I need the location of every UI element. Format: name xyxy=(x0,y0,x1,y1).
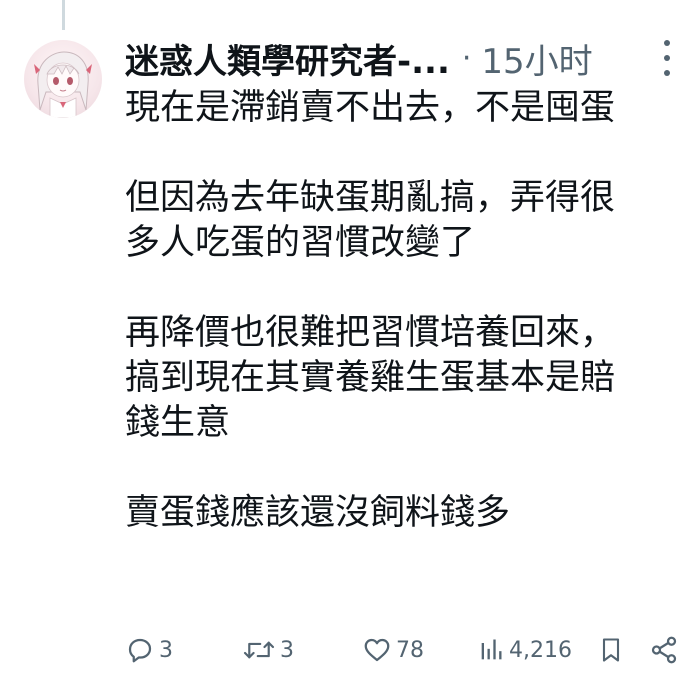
author-display-name[interactable]: 迷惑人類學研究者-... xyxy=(125,34,450,83)
views-count: 4,216 xyxy=(509,637,572,663)
retweet-button[interactable]: 3 xyxy=(242,635,294,665)
share-icon xyxy=(651,636,677,664)
like-count: 78 xyxy=(396,637,424,663)
more-dot xyxy=(664,40,670,46)
post-timestamp[interactable]: 15小时 xyxy=(481,34,592,83)
post-line: 現在是滯銷賣不出去，不是囤蛋 xyxy=(125,88,616,128)
heart-icon xyxy=(364,638,390,662)
more-dots-icon[interactable] xyxy=(652,40,682,76)
share-button[interactable] xyxy=(649,635,679,665)
like-button[interactable]: 78 xyxy=(362,635,424,665)
post-body: 現在是滯銷賣不出去，不是囤蛋 但因為去年缺蛋期亂搞，弄得很 多人吃蛋的習慣改變了… xyxy=(125,86,685,536)
reply-icon xyxy=(128,638,152,663)
post-line: 多人吃蛋的習慣改變了 xyxy=(125,223,476,263)
post-line: 賣蛋錢應該還沒飼料錢多 xyxy=(125,493,511,533)
reply-button[interactable]: 3 xyxy=(125,635,173,665)
post-paragraph: 但因為去年缺蛋期亂搞，弄得很 多人吃蛋的習慣改變了 xyxy=(125,176,685,266)
views-button[interactable]: 4,216 xyxy=(477,635,572,665)
bookmark-button[interactable] xyxy=(597,635,625,665)
post-line: 但因為去年缺蛋期亂搞，弄得很 xyxy=(125,178,616,218)
retweet-count: 3 xyxy=(280,637,294,663)
anime-girl-avatar-icon xyxy=(34,51,92,118)
post-line: 搞到現在其實養雞生蛋基本是賠 xyxy=(125,358,616,398)
post-header: 迷惑人類學研究者-... · 15小时 xyxy=(125,32,682,84)
more-dot xyxy=(664,70,670,76)
post-paragraph: 賣蛋錢應該還沒飼料錢多 xyxy=(125,491,685,536)
reply-count: 3 xyxy=(159,637,173,663)
post-line: 錢生意 xyxy=(125,403,231,443)
bookmark-icon xyxy=(602,638,620,662)
retweet-icon xyxy=(243,641,275,659)
header-separator: · xyxy=(461,40,472,76)
thread-connector-line xyxy=(62,0,65,30)
more-dot xyxy=(664,55,670,61)
post-line: 再降價也很難把習慣培養回來， xyxy=(125,313,616,353)
post-paragraph: 現在是滯銷賣不出去，不是囤蛋 xyxy=(125,86,685,131)
post-action-bar: 3 3 78 4,216 xyxy=(125,630,685,670)
views-chart-icon xyxy=(481,639,502,660)
post-paragraph: 再降價也很難把習慣培養回來， 搞到現在其實養雞生蛋基本是賠 錢生意 xyxy=(125,311,685,446)
avatar[interactable] xyxy=(24,40,102,118)
